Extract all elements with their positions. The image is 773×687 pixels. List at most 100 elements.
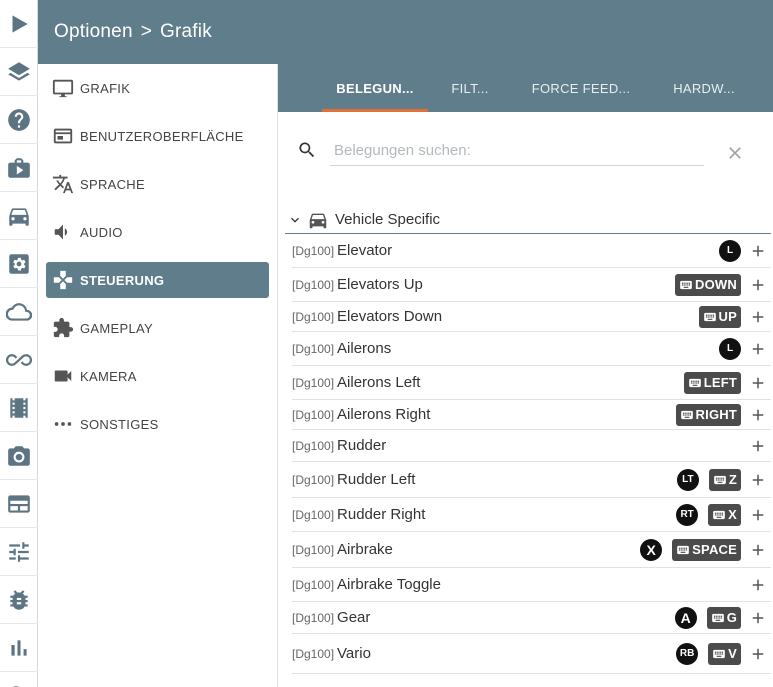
binding-row[interactable]: [Dg100] Elevators Up DOWN bbox=[292, 268, 771, 302]
menu-item-audio[interactable]: AUDIO bbox=[46, 214, 269, 250]
row-name: Elevator bbox=[337, 242, 393, 259]
binding-row[interactable]: [Dg100] Gear A G bbox=[292, 602, 771, 634]
keyboard-binding[interactable]: Z bbox=[708, 468, 741, 491]
add-binding-button[interactable] bbox=[749, 308, 767, 326]
menu-item-label: AUDIO bbox=[80, 224, 123, 240]
binding-row[interactable]: [Dg100] Vario RB V bbox=[292, 634, 771, 674]
add-binding-button[interactable] bbox=[749, 437, 767, 455]
help-icon bbox=[8, 108, 30, 131]
rail-item-help[interactable] bbox=[0, 96, 38, 144]
row-bindings: DOWN bbox=[675, 268, 741, 301]
rail-item-car[interactable] bbox=[0, 192, 38, 240]
left-stick-horizontal-icon[interactable]: L bbox=[719, 337, 741, 360]
menu-item-sonstiges[interactable]: SONSTIGES bbox=[46, 406, 269, 442]
breadcrumb-current: Grafik bbox=[160, 21, 212, 42]
plus-icon bbox=[752, 343, 764, 354]
briefcase-icon bbox=[8, 157, 30, 178]
tab-2[interactable]: FORCE FEED... bbox=[528, 64, 634, 112]
binding-row[interactable]: [Dg100] Rudder Right RT X bbox=[292, 498, 771, 532]
camera-icon bbox=[8, 445, 30, 466]
add-binding-button[interactable] bbox=[749, 609, 767, 627]
keyboard-binding[interactable]: LEFT bbox=[683, 371, 741, 394]
car-icon bbox=[9, 207, 29, 226]
breadcrumb-parent[interactable]: Optionen bbox=[54, 21, 133, 42]
close-icon[interactable] bbox=[725, 143, 745, 163]
menu-item-steuerung[interactable]: STEUERUNG bbox=[46, 262, 269, 298]
chevron-down-icon[interactable] bbox=[287, 212, 303, 228]
gamepad-button-icon[interactable]: X bbox=[640, 538, 663, 561]
rail-item-layers[interactable] bbox=[0, 48, 38, 96]
binding-row[interactable]: [Dg100] Ailerons L bbox=[292, 332, 771, 366]
gamepad-button-icon[interactable]: RT bbox=[676, 503, 699, 526]
search-input[interactable] bbox=[330, 136, 704, 166]
binding-row[interactable]: [Dg100] Rudder Left LT Z bbox=[292, 462, 771, 498]
add-binding-button[interactable] bbox=[749, 645, 767, 663]
binding-row[interactable]: [Dg100] Airbrake X SPACE bbox=[292, 532, 771, 568]
keyboard-binding[interactable]: G bbox=[706, 606, 741, 629]
row-name: Rudder bbox=[337, 437, 387, 454]
rail-item-film[interactable] bbox=[0, 384, 38, 432]
rail-item-bug[interactable] bbox=[0, 576, 38, 624]
tab-1[interactable]: FILT... bbox=[442, 64, 498, 112]
keyboard-icon bbox=[680, 410, 693, 419]
left-stick-vertical-icon[interactable]: L bbox=[719, 239, 741, 262]
add-binding-button[interactable] bbox=[749, 576, 767, 594]
tab-3[interactable]: HARDW... bbox=[666, 64, 742, 112]
translate-icon bbox=[52, 173, 74, 195]
menu-item-gameplay[interactable]: GAMEPLAY bbox=[46, 310, 269, 346]
binding-row[interactable]: [Dg100] Ailerons Left LEFT bbox=[292, 366, 771, 400]
keyboard-binding[interactable]: SPACE bbox=[672, 538, 741, 561]
add-binding-button[interactable] bbox=[749, 541, 767, 559]
add-binding-button[interactable] bbox=[749, 340, 767, 358]
binding-row[interactable]: [Dg100] Elevators Down UP bbox=[292, 302, 771, 332]
gamepad-icon bbox=[52, 269, 74, 291]
rail-item-camera[interactable] bbox=[0, 432, 38, 480]
rail-item-briefcase[interactable] bbox=[0, 144, 38, 192]
car-icon bbox=[309, 213, 327, 228]
menu-item-grafik[interactable]: GRAFIK bbox=[46, 70, 269, 106]
key-label: UP bbox=[718, 309, 737, 324]
rail-item-chart[interactable] bbox=[0, 624, 38, 672]
keyboard-binding[interactable]: DOWN bbox=[675, 273, 741, 296]
row-name: Ailerons Right bbox=[337, 406, 431, 423]
rail-item-play[interactable] bbox=[0, 0, 38, 48]
row-bindings: RIGHT bbox=[675, 400, 741, 429]
keyboard-icon bbox=[713, 510, 725, 519]
menu-item-kamera[interactable]: KAMERA bbox=[46, 358, 269, 394]
menu-item-benutzeroberfläche[interactable]: BENUTZEROBERFLÄCHE bbox=[46, 118, 269, 154]
row-prefix: [Dg100] bbox=[292, 610, 335, 625]
add-binding-button[interactable] bbox=[749, 471, 767, 489]
gamepad-button-icon[interactable]: A bbox=[674, 606, 697, 629]
binding-row[interactable]: [Dg100] Ailerons Right RIGHT bbox=[292, 400, 771, 430]
binding-row[interactable]: [Dg100] Elevator L bbox=[292, 234, 771, 268]
binding-row[interactable]: [Dg100] Rudder bbox=[292, 430, 771, 462]
bug-icon bbox=[10, 589, 28, 610]
add-binding-button[interactable] bbox=[749, 374, 767, 392]
key-label: RIGHT bbox=[695, 407, 737, 422]
add-binding-button[interactable] bbox=[749, 276, 767, 294]
menu-item-sprache[interactable]: SPRACHE bbox=[46, 166, 269, 202]
rail-item-panel[interactable] bbox=[0, 480, 38, 528]
add-binding-button[interactable] bbox=[749, 506, 767, 524]
rail-item-sliders[interactable] bbox=[0, 528, 38, 576]
icon-rail bbox=[0, 0, 38, 687]
plus-icon bbox=[752, 311, 764, 322]
keyboard-binding[interactable]: X bbox=[708, 503, 741, 526]
rail-item-cloud[interactable] bbox=[0, 288, 38, 336]
keyboard-binding[interactable]: UP bbox=[698, 305, 741, 328]
add-binding-button[interactable] bbox=[749, 406, 767, 424]
row-prefix: [Dg100] bbox=[292, 375, 335, 390]
binding-row[interactable]: [Dg100] Airbrake Toggle bbox=[292, 568, 771, 602]
menu-item-label: STEUERUNG bbox=[80, 272, 165, 288]
gamepad-button-icon[interactable]: RB bbox=[676, 642, 699, 665]
keyboard-binding[interactable]: RIGHT bbox=[675, 403, 741, 426]
rail-item-settings[interactable] bbox=[0, 240, 38, 288]
gamepad-button-icon[interactable]: LT bbox=[676, 468, 699, 491]
rail-item-search[interactable] bbox=[0, 672, 38, 687]
row-prefix: [Dg100] bbox=[292, 472, 335, 487]
tab-0[interactable]: BELEGUN... bbox=[322, 64, 428, 112]
keyboard-binding[interactable]: V bbox=[708, 642, 741, 665]
section-vehicle-specific[interactable]: Vehicle Specific bbox=[285, 206, 771, 234]
add-binding-button[interactable] bbox=[749, 242, 767, 260]
rail-item-infinity[interactable] bbox=[0, 336, 38, 384]
